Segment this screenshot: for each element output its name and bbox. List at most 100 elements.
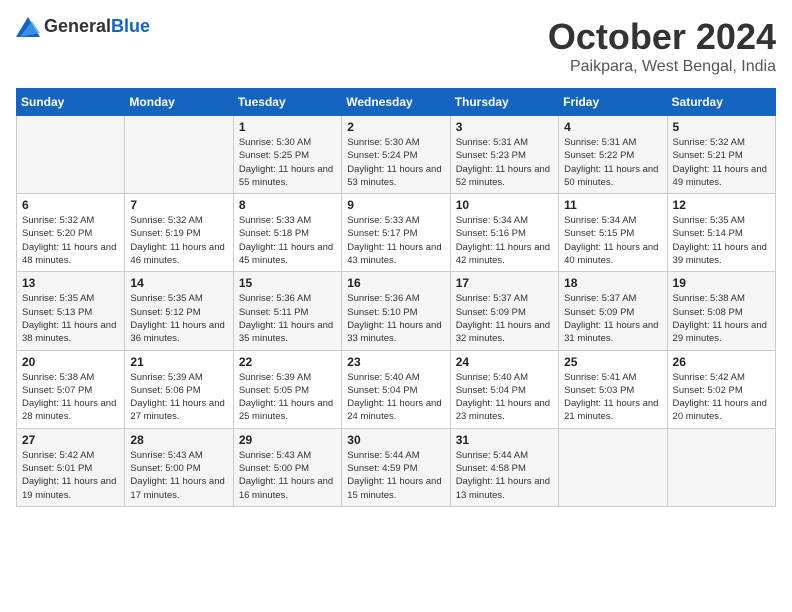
logo: GeneralBlue (16, 16, 150, 37)
day-cell: 15 Sunrise: 5:36 AMSunset: 5:11 PMDayligh… (233, 272, 341, 350)
day-cell: 25Sunrise: 5:41 AMSunset: 5:03 PMDayligh… (559, 350, 667, 428)
day-cell: 8 Sunrise: 5:33 AMSunset: 5:18 PMDaylight… (233, 194, 341, 272)
day-cell: 31Sunrise: 5:44 AMSunset: 4:58 PMDayligh… (450, 428, 558, 506)
title-location: Paikpara, West Bengal, India (548, 58, 776, 76)
day-detail: Sunrise: 5:38 AMSunset: 5:08 PMDaylight:… (673, 292, 770, 345)
day-number: 27 (22, 433, 119, 447)
header-cell-monday: Monday (125, 89, 233, 116)
day-number: 7 (130, 198, 227, 212)
day-cell: 10Sunrise: 5:34 AMSunset: 5:16 PMDayligh… (450, 194, 558, 272)
day-detail: Sunrise: 5:37 AMSunset: 5:09 PMDaylight:… (456, 292, 553, 345)
day-detail: Sunrise: 5:34 AMSunset: 5:15 PMDaylight:… (564, 214, 661, 267)
day-number: 23 (347, 355, 444, 369)
header-cell-thursday: Thursday (450, 89, 558, 116)
week-row-2: 6 Sunrise: 5:32 AMSunset: 5:20 PMDaylight… (17, 194, 776, 272)
day-cell: 3 Sunrise: 5:31 AMSunset: 5:23 PMDaylight… (450, 116, 558, 194)
day-cell: 24Sunrise: 5:40 AMSunset: 5:04 PMDayligh… (450, 350, 558, 428)
day-detail: Sunrise: 5:31 AMSunset: 5:22 PMDaylight:… (564, 136, 661, 189)
day-cell (17, 116, 125, 194)
day-detail: Sunrise: 5:35 AMSunset: 5:14 PMDaylight:… (673, 214, 770, 267)
day-number: 20 (22, 355, 119, 369)
day-cell: 29 Sunrise: 5:43 AMSunset: 5:00 PMDayligh… (233, 428, 341, 506)
day-detail: Sunrise: 5:39 AMSunset: 5:06 PMDaylight:… (130, 371, 227, 424)
day-detail: Sunrise: 5:36 AMSunset: 5:11 PMDaylight:… (239, 292, 336, 345)
day-cell: 19Sunrise: 5:38 AMSunset: 5:08 PMDayligh… (667, 272, 775, 350)
day-number: 21 (130, 355, 227, 369)
day-number: 26 (673, 355, 770, 369)
day-cell: 14 Sunrise: 5:35 AMSunset: 5:12 PMDayligh… (125, 272, 233, 350)
day-number: 8 (239, 198, 336, 212)
day-number: 31 (456, 433, 553, 447)
day-cell (559, 428, 667, 506)
week-row-4: 20 Sunrise: 5:38 AMSunset: 5:07 PMDayligh… (17, 350, 776, 428)
day-number: 3 (456, 120, 553, 134)
day-number: 14 (130, 276, 227, 290)
logo-general: General (44, 16, 111, 36)
day-detail: Sunrise: 5:42 AMSunset: 5:02 PMDaylight:… (673, 371, 770, 424)
day-cell (125, 116, 233, 194)
day-cell: 12 Sunrise: 5:35 AMSunset: 5:14 PMDayligh… (667, 194, 775, 272)
day-detail: Sunrise: 5:32 AMSunset: 5:19 PMDaylight:… (130, 214, 227, 267)
day-cell: 4 Sunrise: 5:31 AMSunset: 5:22 PMDaylight… (559, 116, 667, 194)
day-detail: Sunrise: 5:40 AMSunset: 5:04 PMDaylight:… (347, 371, 444, 424)
page-header: GeneralBlue October 2024 Paikpara, West … (16, 16, 776, 76)
logo-icon (16, 17, 40, 37)
day-detail: Sunrise: 5:34 AMSunset: 5:16 PMDaylight:… (456, 214, 553, 267)
day-cell: 11Sunrise: 5:34 AMSunset: 5:15 PMDayligh… (559, 194, 667, 272)
day-number: 30 (347, 433, 444, 447)
header-cell-sunday: Sunday (17, 89, 125, 116)
day-detail: Sunrise: 5:37 AMSunset: 5:09 PMDaylight:… (564, 292, 661, 345)
day-cell: 26 Sunrise: 5:42 AMSunset: 5:02 PMDayligh… (667, 350, 775, 428)
day-cell: 20 Sunrise: 5:38 AMSunset: 5:07 PMDayligh… (17, 350, 125, 428)
day-cell (667, 428, 775, 506)
day-number: 28 (130, 433, 227, 447)
day-number: 24 (456, 355, 553, 369)
header-row: SundayMondayTuesdayWednesdayThursdayFrid… (17, 89, 776, 116)
calendar-table: SundayMondayTuesdayWednesdayThursdayFrid… (16, 88, 776, 507)
header-cell-saturday: Saturday (667, 89, 775, 116)
day-cell: 7 Sunrise: 5:32 AMSunset: 5:19 PMDaylight… (125, 194, 233, 272)
day-cell: 23 Sunrise: 5:40 AMSunset: 5:04 PMDayligh… (342, 350, 450, 428)
day-detail: Sunrise: 5:32 AMSunset: 5:20 PMDaylight:… (22, 214, 119, 267)
day-detail: Sunrise: 5:30 AMSunset: 5:24 PMDaylight:… (347, 136, 444, 189)
day-number: 5 (673, 120, 770, 134)
calendar-header: SundayMondayTuesdayWednesdayThursdayFrid… (17, 89, 776, 116)
week-row-1: 1Sunrise: 5:30 AMSunset: 5:25 PMDaylight… (17, 116, 776, 194)
day-cell: 16Sunrise: 5:36 AMSunset: 5:10 PMDayligh… (342, 272, 450, 350)
day-number: 17 (456, 276, 553, 290)
day-cell: 2 Sunrise: 5:30 AMSunset: 5:24 PMDaylight… (342, 116, 450, 194)
day-number: 12 (673, 198, 770, 212)
day-detail: Sunrise: 5:32 AMSunset: 5:21 PMDaylight:… (673, 136, 770, 189)
day-detail: Sunrise: 5:35 AMSunset: 5:12 PMDaylight:… (130, 292, 227, 345)
header-cell-friday: Friday (559, 89, 667, 116)
day-detail: Sunrise: 5:42 AMSunset: 5:01 PMDaylight:… (22, 449, 119, 502)
day-cell: 22Sunrise: 5:39 AMSunset: 5:05 PMDayligh… (233, 350, 341, 428)
header-cell-wednesday: Wednesday (342, 89, 450, 116)
day-number: 2 (347, 120, 444, 134)
title-month: October 2024 (548, 16, 776, 58)
day-number: 16 (347, 276, 444, 290)
day-number: 6 (22, 198, 119, 212)
day-detail: Sunrise: 5:38 AMSunset: 5:07 PMDaylight:… (22, 371, 119, 424)
day-cell: 1Sunrise: 5:30 AMSunset: 5:25 PMDaylight… (233, 116, 341, 194)
day-number: 15 (239, 276, 336, 290)
header-cell-tuesday: Tuesday (233, 89, 341, 116)
day-detail: Sunrise: 5:43 AMSunset: 5:00 PMDaylight:… (239, 449, 336, 502)
day-detail: Sunrise: 5:39 AMSunset: 5:05 PMDaylight:… (239, 371, 336, 424)
day-number: 4 (564, 120, 661, 134)
day-detail: Sunrise: 5:31 AMSunset: 5:23 PMDaylight:… (456, 136, 553, 189)
day-number: 1 (239, 120, 336, 134)
day-number: 25 (564, 355, 661, 369)
day-cell: 17 Sunrise: 5:37 AMSunset: 5:09 PMDayligh… (450, 272, 558, 350)
day-number: 18 (564, 276, 661, 290)
day-detail: Sunrise: 5:33 AMSunset: 5:17 PMDaylight:… (347, 214, 444, 267)
day-detail: Sunrise: 5:33 AMSunset: 5:18 PMDaylight:… (239, 214, 336, 267)
calendar-body: 1Sunrise: 5:30 AMSunset: 5:25 PMDaylight… (17, 116, 776, 507)
day-number: 29 (239, 433, 336, 447)
day-cell: 27 Sunrise: 5:42 AMSunset: 5:01 PMDayligh… (17, 428, 125, 506)
day-cell: 30 Sunrise: 5:44 AMSunset: 4:59 PMDayligh… (342, 428, 450, 506)
day-detail: Sunrise: 5:44 AMSunset: 4:59 PMDaylight:… (347, 449, 444, 502)
day-cell: 28Sunrise: 5:43 AMSunset: 5:00 PMDayligh… (125, 428, 233, 506)
week-row-5: 27 Sunrise: 5:42 AMSunset: 5:01 PMDayligh… (17, 428, 776, 506)
day-cell: 5 Sunrise: 5:32 AMSunset: 5:21 PMDaylight… (667, 116, 775, 194)
